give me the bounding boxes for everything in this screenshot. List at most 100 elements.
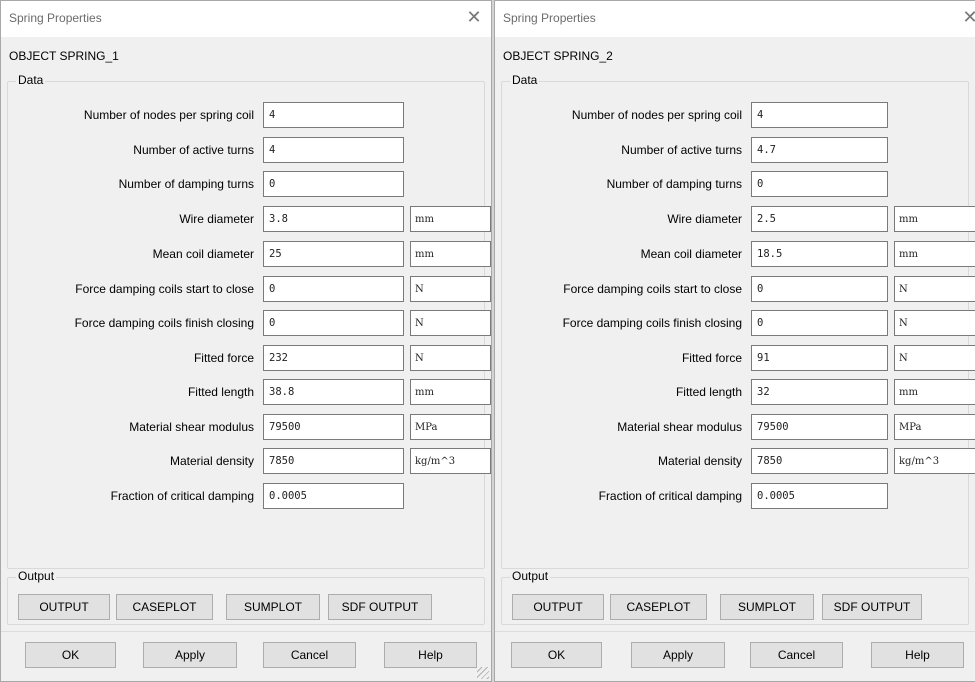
material-density-input[interactable]: 7850	[751, 448, 888, 474]
output-group: Output OUTPUT CASEPLOT SUMPLOT SDF OUTPU…	[7, 569, 485, 625]
data-group: Data Number of nodes per spring coil 4 Num…	[7, 73, 491, 569]
number-of-nodes-per-spring-coil-input[interactable]: 4	[751, 102, 888, 128]
force-damping-coils-start-to-close-unit-field[interactable]: N	[894, 276, 975, 302]
mean-coil-diameter-unit-field[interactable]: mm	[410, 241, 491, 267]
field-label: Number of nodes per spring coil	[571, 108, 742, 122]
cancel-button[interactable]: Cancel	[263, 642, 356, 668]
field-label: Number of active turns	[133, 143, 254, 157]
apply-button[interactable]: Apply	[143, 642, 237, 668]
field-label: Material shear modulus	[617, 420, 742, 434]
fraction-of-critical-damping-input[interactable]: 0.0005	[263, 483, 404, 509]
data-group-label: Data	[16, 73, 46, 87]
dialog-title: Spring Properties	[9, 11, 102, 25]
material-shear-modulus-input[interactable]: 79500	[751, 414, 888, 440]
output-group-label: Output	[16, 569, 57, 583]
field-label: Material density	[169, 454, 254, 468]
field-label: Fitted length	[187, 385, 254, 399]
mean-coil-diameter-input[interactable]: 18.5	[751, 241, 888, 267]
wire-diameter-input[interactable]: 3.8	[263, 206, 404, 232]
force-damping-coils-finish-closing-input[interactable]: 0	[751, 310, 888, 336]
field-label: Fraction of critical damping	[598, 489, 742, 503]
field-label: Number of nodes per spring coil	[83, 108, 254, 122]
field-label: Fraction of critical damping	[110, 489, 254, 503]
material-density-unit-field[interactable]: kg/m^3	[894, 448, 975, 474]
help-button[interactable]: Help	[384, 642, 477, 668]
force-damping-coils-finish-closing-input[interactable]: 0	[263, 310, 404, 336]
fitted-length-unit-field[interactable]: mm	[894, 379, 975, 405]
mean-coil-diameter-unit-field[interactable]: mm	[894, 241, 975, 267]
field-label: Number of active turns	[621, 143, 742, 157]
field-label: Mean coil diameter	[640, 247, 742, 261]
field-label: Material shear modulus	[129, 420, 254, 434]
material-shear-modulus-unit-field[interactable]: MPa	[410, 414, 491, 440]
spring-properties-dialog-2: Spring Properties ✕ OBJECT SPRING_2 Data…	[494, 0, 975, 682]
field-label: Number of damping turns	[606, 177, 742, 191]
material-density-input[interactable]: 7850	[263, 448, 404, 474]
output-group-label: Output	[510, 569, 551, 583]
field-label: Material density	[657, 454, 742, 468]
fitted-force-input[interactable]: 232	[263, 345, 404, 371]
wire-diameter-unit-field[interactable]: mm	[894, 206, 975, 232]
force-damping-coils-start-to-close-input[interactable]: 0	[263, 276, 404, 302]
fitted-force-unit-field[interactable]: N	[894, 345, 975, 371]
apply-button[interactable]: Apply	[631, 642, 725, 668]
sumplot-button[interactable]: SUMPLOT	[226, 594, 320, 620]
title-bar: Spring Properties ✕	[1, 1, 491, 37]
field-label: Fitted force	[681, 351, 742, 365]
object-name: OBJECT SPRING_1	[9, 49, 119, 63]
force-damping-coils-start-to-close-unit-field[interactable]: N	[410, 276, 491, 302]
help-button[interactable]: Help	[871, 642, 964, 668]
wire-diameter-input[interactable]: 2.5	[751, 206, 888, 232]
sdf-output-button[interactable]: SDF OUTPUT	[822, 594, 922, 620]
object-name: OBJECT SPRING_2	[503, 49, 613, 63]
divider	[495, 631, 975, 632]
material-shear-modulus-unit-field[interactable]: MPa	[894, 414, 975, 440]
caseplot-button[interactable]: CASEPLOT	[610, 594, 707, 620]
field-label: Wire diameter	[667, 212, 742, 226]
title-bar: Spring Properties ✕	[495, 1, 975, 37]
close-icon[interactable]: ✕	[463, 7, 485, 29]
field-label: Force damping coils finish closing	[562, 316, 742, 330]
field-label: Force damping coils finish closing	[74, 316, 254, 330]
sumplot-button[interactable]: SUMPLOT	[720, 594, 814, 620]
number-of-active-turns-input[interactable]: 4	[263, 137, 404, 163]
fitted-force-unit-field[interactable]: N	[410, 345, 491, 371]
resize-grip-icon[interactable]	[477, 667, 489, 679]
fitted-length-input[interactable]: 32	[751, 379, 888, 405]
field-label: Number of damping turns	[118, 177, 254, 191]
dialog-title: Spring Properties	[503, 11, 596, 25]
field-label: Mean coil diameter	[152, 247, 254, 261]
field-label: Fitted force	[193, 351, 254, 365]
ok-button[interactable]: OK	[25, 642, 116, 668]
number-of-nodes-per-spring-coil-input[interactable]: 4	[263, 102, 404, 128]
field-label: Force damping coils start to close	[75, 282, 254, 296]
output-button[interactable]: OUTPUT	[512, 594, 604, 620]
field-label: Fitted length	[675, 385, 742, 399]
force-damping-coils-start-to-close-input[interactable]: 0	[751, 276, 888, 302]
number-of-damping-turns-input[interactable]: 0	[751, 171, 888, 197]
fitted-force-input[interactable]: 91	[751, 345, 888, 371]
field-label: Wire diameter	[179, 212, 254, 226]
close-icon[interactable]: ✕	[959, 7, 975, 29]
sdf-output-button[interactable]: SDF OUTPUT	[328, 594, 432, 620]
output-button[interactable]: OUTPUT	[18, 594, 110, 620]
number-of-active-turns-input[interactable]: 4.7	[751, 137, 888, 163]
output-group: Output OUTPUT CASEPLOT SUMPLOT SDF OUTPU…	[501, 569, 969, 625]
data-group-label: Data	[510, 73, 540, 87]
number-of-damping-turns-input[interactable]: 0	[263, 171, 404, 197]
wire-diameter-unit-field[interactable]: mm	[410, 206, 491, 232]
material-shear-modulus-input[interactable]: 79500	[263, 414, 404, 440]
force-damping-coils-finish-closing-unit-field[interactable]: N	[410, 310, 491, 336]
spring-properties-dialog-1: Spring Properties ✕ OBJECT SPRING_1 Data…	[0, 0, 492, 682]
cancel-button[interactable]: Cancel	[750, 642, 843, 668]
mean-coil-diameter-input[interactable]: 25	[263, 241, 404, 267]
force-damping-coils-finish-closing-unit-field[interactable]: N	[894, 310, 975, 336]
caseplot-button[interactable]: CASEPLOT	[116, 594, 213, 620]
data-group: Data Number of nodes per spring coil 4 Num…	[501, 73, 975, 569]
fraction-of-critical-damping-input[interactable]: 0.0005	[751, 483, 888, 509]
ok-button[interactable]: OK	[511, 642, 602, 668]
fitted-length-input[interactable]: 38.8	[263, 379, 404, 405]
material-density-unit-field[interactable]: kg/m^3	[410, 448, 491, 474]
fitted-length-unit-field[interactable]: mm	[410, 379, 491, 405]
field-label: Force damping coils start to close	[563, 282, 742, 296]
